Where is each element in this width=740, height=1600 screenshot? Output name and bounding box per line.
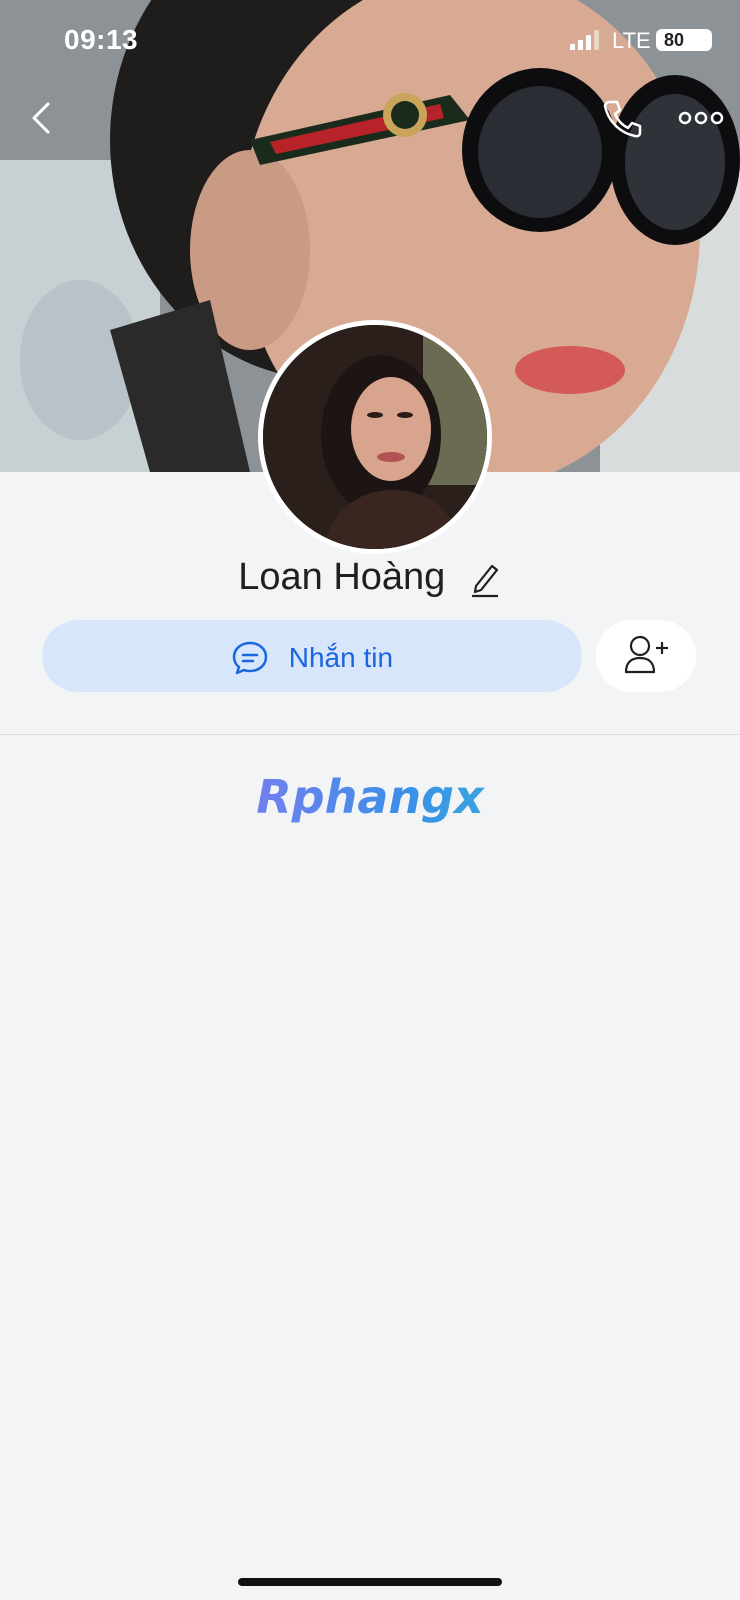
divider xyxy=(0,734,740,735)
avatar[interactable] xyxy=(258,320,492,554)
status-time: 09:13 xyxy=(64,24,139,55)
add-friend-icon xyxy=(624,635,668,674)
call-button[interactable] xyxy=(600,96,644,140)
add-friend-button[interactable] xyxy=(596,620,696,692)
home-indicator[interactable] xyxy=(238,1578,502,1586)
back-icon xyxy=(32,102,50,134)
chat-icon xyxy=(232,641,268,674)
more-icon xyxy=(678,111,724,125)
name-row: Loan Hoàng xyxy=(0,556,740,616)
watermark-logo: Rphangx xyxy=(0,770,740,824)
network-type: LTE xyxy=(612,28,651,53)
avatar-image xyxy=(263,325,487,549)
phone-icon xyxy=(603,100,642,138)
signal-icon xyxy=(570,30,600,50)
status-bar: 09:13 LTE 80 xyxy=(0,0,740,80)
message-button[interactable]: Nhắn tin xyxy=(42,620,582,692)
edit-icon[interactable] xyxy=(468,558,502,598)
back-button[interactable] xyxy=(24,96,60,140)
battery-icon: 80 xyxy=(656,29,712,51)
message-button-label: Nhắn tin xyxy=(288,641,394,673)
profile-name: Loan Hoàng xyxy=(238,556,446,598)
more-button[interactable] xyxy=(676,100,726,136)
